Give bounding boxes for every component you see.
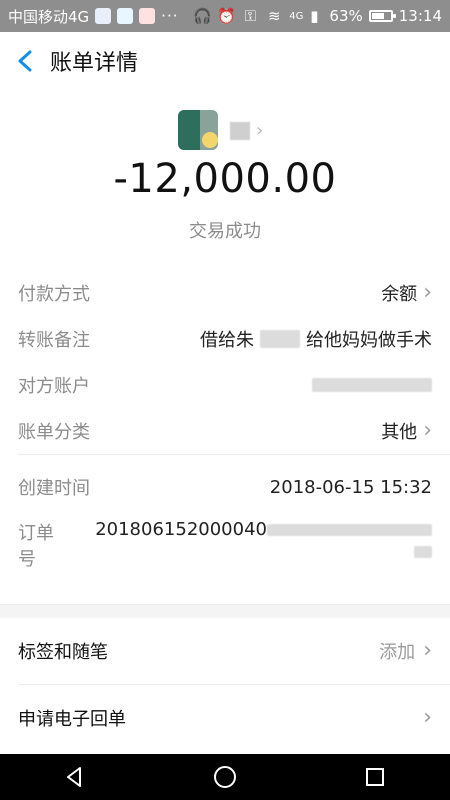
created-time-label: 创建时间 [18,478,90,499]
battery-percent: 63% [329,7,363,25]
headphones-icon: 🎧 [192,7,212,25]
status-bar: 中国移动4G ··· 🎧 ⏰ ⚿ ≋ 4G ▮ 63% 13:14 [0,0,450,32]
remark-value: 借给朱 给他妈妈做手术 [200,326,432,352]
back-triangle-icon [67,767,81,787]
chevron-left-icon [18,50,32,72]
remark-row: 转账备注 借给朱 给他妈妈做手术 [0,316,450,362]
app-notification-icon [117,8,134,24]
payment-method-label: 付款方式 [18,284,90,305]
tags-add-text: 添加 [379,642,416,663]
tags-action: 添加 › [379,638,432,664]
details-list: 付款方式 余额 › 转账备注 借给朱 给他妈妈做手术 对方账户 账单分类 其他 … [0,270,450,570]
counterparty-account-label: 对方账户 [18,376,90,397]
chevron-right-icon: › [423,280,432,305]
app-notification-icon [139,8,156,24]
tags-label: 标签和随笔 [18,642,108,663]
actions-list: 标签和随笔 添加 › 申请电子回单 › [0,618,450,751]
app-header: 账单详情 [0,32,450,91]
order-number-visible: 201806152000040 [95,519,267,540]
status-right: 🎧 ⏰ ⚿ ≋ 4G ▮ 63% 13:14 [193,7,442,25]
category-value: 其他 › [381,418,432,444]
android-nav-bar [0,754,450,800]
nav-home-button[interactable] [195,754,255,800]
nav-recents-button[interactable] [345,754,405,800]
back-button[interactable] [6,32,44,90]
transaction-summary: › -12,000.00 交易成功 [0,90,450,260]
counterparty-account-row: 对方账户 [0,362,450,408]
category-row[interactable]: 账单分类 其他 › [0,408,450,454]
order-number-row: 订单号 201806152000040 [0,519,450,570]
chevron-right-icon[interactable]: › [256,120,263,141]
redacted-text [260,330,300,348]
key-icon: ⚿ [244,7,256,25]
page-title: 账单详情 [50,51,139,76]
redacted-text [267,523,432,536]
chevron-right-icon: › [423,705,432,730]
carrier-label: 中国移动4G [8,7,90,26]
tags-row[interactable]: 标签和随笔 添加 › [0,618,450,684]
remark-suffix: 给他妈妈做手术 [306,330,432,351]
electronic-receipt-label: 申请电子回单 [18,709,126,730]
order-number-value: 201806152000040 [95,519,432,558]
avatar[interactable] [178,110,218,150]
status-left: 中国移动4G ··· [8,6,178,27]
transaction-amount: -12,000.00 [113,156,337,202]
receipt-action: › [423,707,432,729]
created-time-value: 2018-06-15 15:32 [269,476,432,498]
created-time-row: 创建时间 2018-06-15 15:32 [0,455,450,519]
home-circle-icon [214,766,236,788]
redacted-text [312,378,432,392]
electronic-receipt-row[interactable]: 申请电子回单 › [0,685,450,751]
transaction-status: 交易成功 [189,221,261,242]
category-text: 其他 [381,422,418,443]
battery-icon [368,10,396,22]
signal-icon: ▮ [310,7,319,25]
recents-square-icon [366,768,384,786]
more-notifications-icon: ··· [161,7,179,25]
category-label: 账单分类 [18,422,90,443]
order-number-label: 订单号 [18,523,54,570]
remark-label: 转账备注 [18,330,90,351]
clock: 13:14 [398,7,442,25]
payment-method-value: 余额 › [381,280,432,306]
app-notification-icon [95,8,112,24]
payment-method-row[interactable]: 付款方式 余额 › [0,270,450,316]
payment-method-text: 余额 [381,284,418,305]
chevron-right-icon: › [423,418,432,443]
alarm-icon: ⏰ [216,7,236,25]
counterparty-name[interactable] [230,122,250,140]
network-type: 4G [289,10,304,22]
wifi-icon: ≋ [268,7,281,25]
redacted-text [414,546,432,558]
counterparty-account-value [312,378,432,392]
nav-back-button[interactable] [45,754,105,800]
remark-prefix: 借给朱 [200,330,254,351]
chevron-right-icon: › [423,638,432,663]
